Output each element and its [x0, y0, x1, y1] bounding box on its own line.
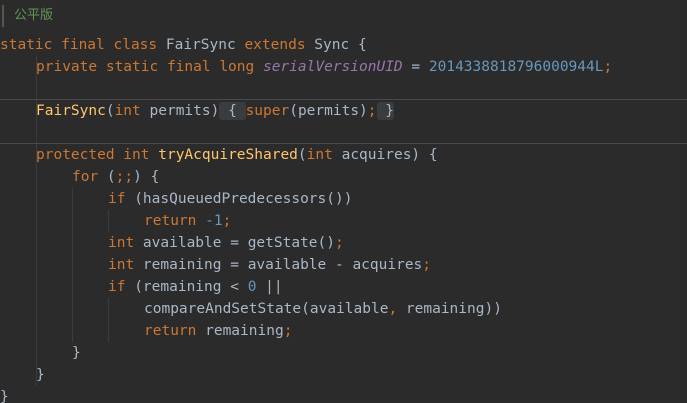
code-line[interactable]: private static final long serialVersionU…: [36, 56, 612, 78]
semicolons: ;;: [115, 169, 134, 185]
operator: =: [402, 59, 429, 75]
arguments: remaining)): [397, 301, 502, 317]
number-literal: -1: [196, 213, 223, 229]
type-keyword: int: [306, 147, 333, 163]
code-line[interactable]: if (hasQueuedPredecessors()): [108, 188, 352, 210]
semicolon: ;: [367, 103, 377, 119]
brace: }: [72, 345, 81, 361]
code-line[interactable]: return -1;: [144, 210, 231, 232]
paren: (: [297, 147, 307, 163]
paren: (: [105, 103, 115, 119]
statement: remaining = available - acquires: [134, 257, 423, 273]
keyword: static final class: [0, 37, 158, 53]
code-line[interactable]: for (;;) {: [72, 166, 159, 188]
code-line[interactable]: protected int tryAcquireShared(int acqui…: [36, 144, 438, 166]
keyword: protected int: [36, 147, 150, 163]
condition: (remaining <: [125, 279, 248, 295]
keyword: if: [108, 191, 126, 207]
type-keyword: int: [108, 235, 135, 251]
method-name: tryAcquireShared: [158, 147, 298, 163]
semicolon: ;: [335, 235, 344, 251]
super-keyword: super: [245, 103, 290, 119]
operator: ||: [256, 279, 283, 295]
arguments: (permits): [289, 103, 368, 119]
code-editor[interactable]: 公平版 static final class FairSync extends …: [0, 0, 687, 403]
brace: {: [349, 37, 367, 53]
code-line[interactable]: static final class FairSync extends Sync…: [0, 34, 367, 56]
method-call: compareAndSetState(available: [144, 301, 389, 317]
fold-open-hint[interactable]: {: [219, 102, 246, 120]
keyword: return: [144, 213, 197, 229]
class-name: FairSync: [165, 37, 236, 53]
keyword: private static final long: [36, 59, 255, 75]
brace: }: [0, 389, 9, 403]
code-line[interactable]: compareAndSetState(available, remaining)…: [144, 298, 502, 320]
parent-class: Sync: [314, 37, 350, 53]
fold-close-hint[interactable]: }: [376, 102, 394, 120]
type-keyword: int: [108, 257, 135, 273]
comma: ,: [388, 301, 398, 317]
field-name: serialVersionUID: [262, 59, 403, 75]
number-literal: 2014338818796000944L: [428, 59, 604, 75]
keyword: extends: [244, 37, 306, 53]
semicolon: ;: [422, 257, 432, 273]
semicolon: ;: [603, 59, 613, 75]
paren: ) {: [133, 169, 160, 185]
code-line[interactable]: int available = getState();: [108, 232, 344, 254]
parameter: permits): [140, 103, 220, 119]
code-line[interactable]: }: [72, 342, 81, 364]
type-keyword: int: [114, 103, 141, 119]
indent-guide: [108, 210, 109, 232]
code-line[interactable]: if (remaining < 0 ||: [108, 276, 283, 298]
keyword: return: [144, 323, 197, 339]
doc-comment: 公平版: [14, 8, 54, 23]
statement: available = getState(): [134, 235, 335, 251]
brace: }: [36, 367, 45, 383]
condition: (hasQueuedPredecessors()): [125, 191, 353, 207]
keyword: if: [108, 279, 126, 295]
indent-guide: [108, 298, 109, 342]
keyword: for: [72, 169, 99, 185]
return-value: remaining: [196, 323, 284, 339]
paren: (: [98, 169, 116, 185]
constructor-name: FairSync: [36, 103, 106, 119]
code-line[interactable]: }: [0, 386, 9, 403]
code-line[interactable]: }: [36, 364, 45, 386]
code-line[interactable]: FairSync(int permits) { super(permits); …: [36, 100, 394, 122]
semicolon: ;: [283, 323, 293, 339]
code-line[interactable]: return remaining;: [144, 320, 292, 342]
doc-comment-marker: [2, 5, 4, 27]
indent-guide: [72, 188, 73, 342]
code-line[interactable]: int remaining = available - acquires;: [108, 254, 431, 276]
semicolon: ;: [222, 213, 232, 229]
parameter: acquires) {: [332, 147, 438, 163]
